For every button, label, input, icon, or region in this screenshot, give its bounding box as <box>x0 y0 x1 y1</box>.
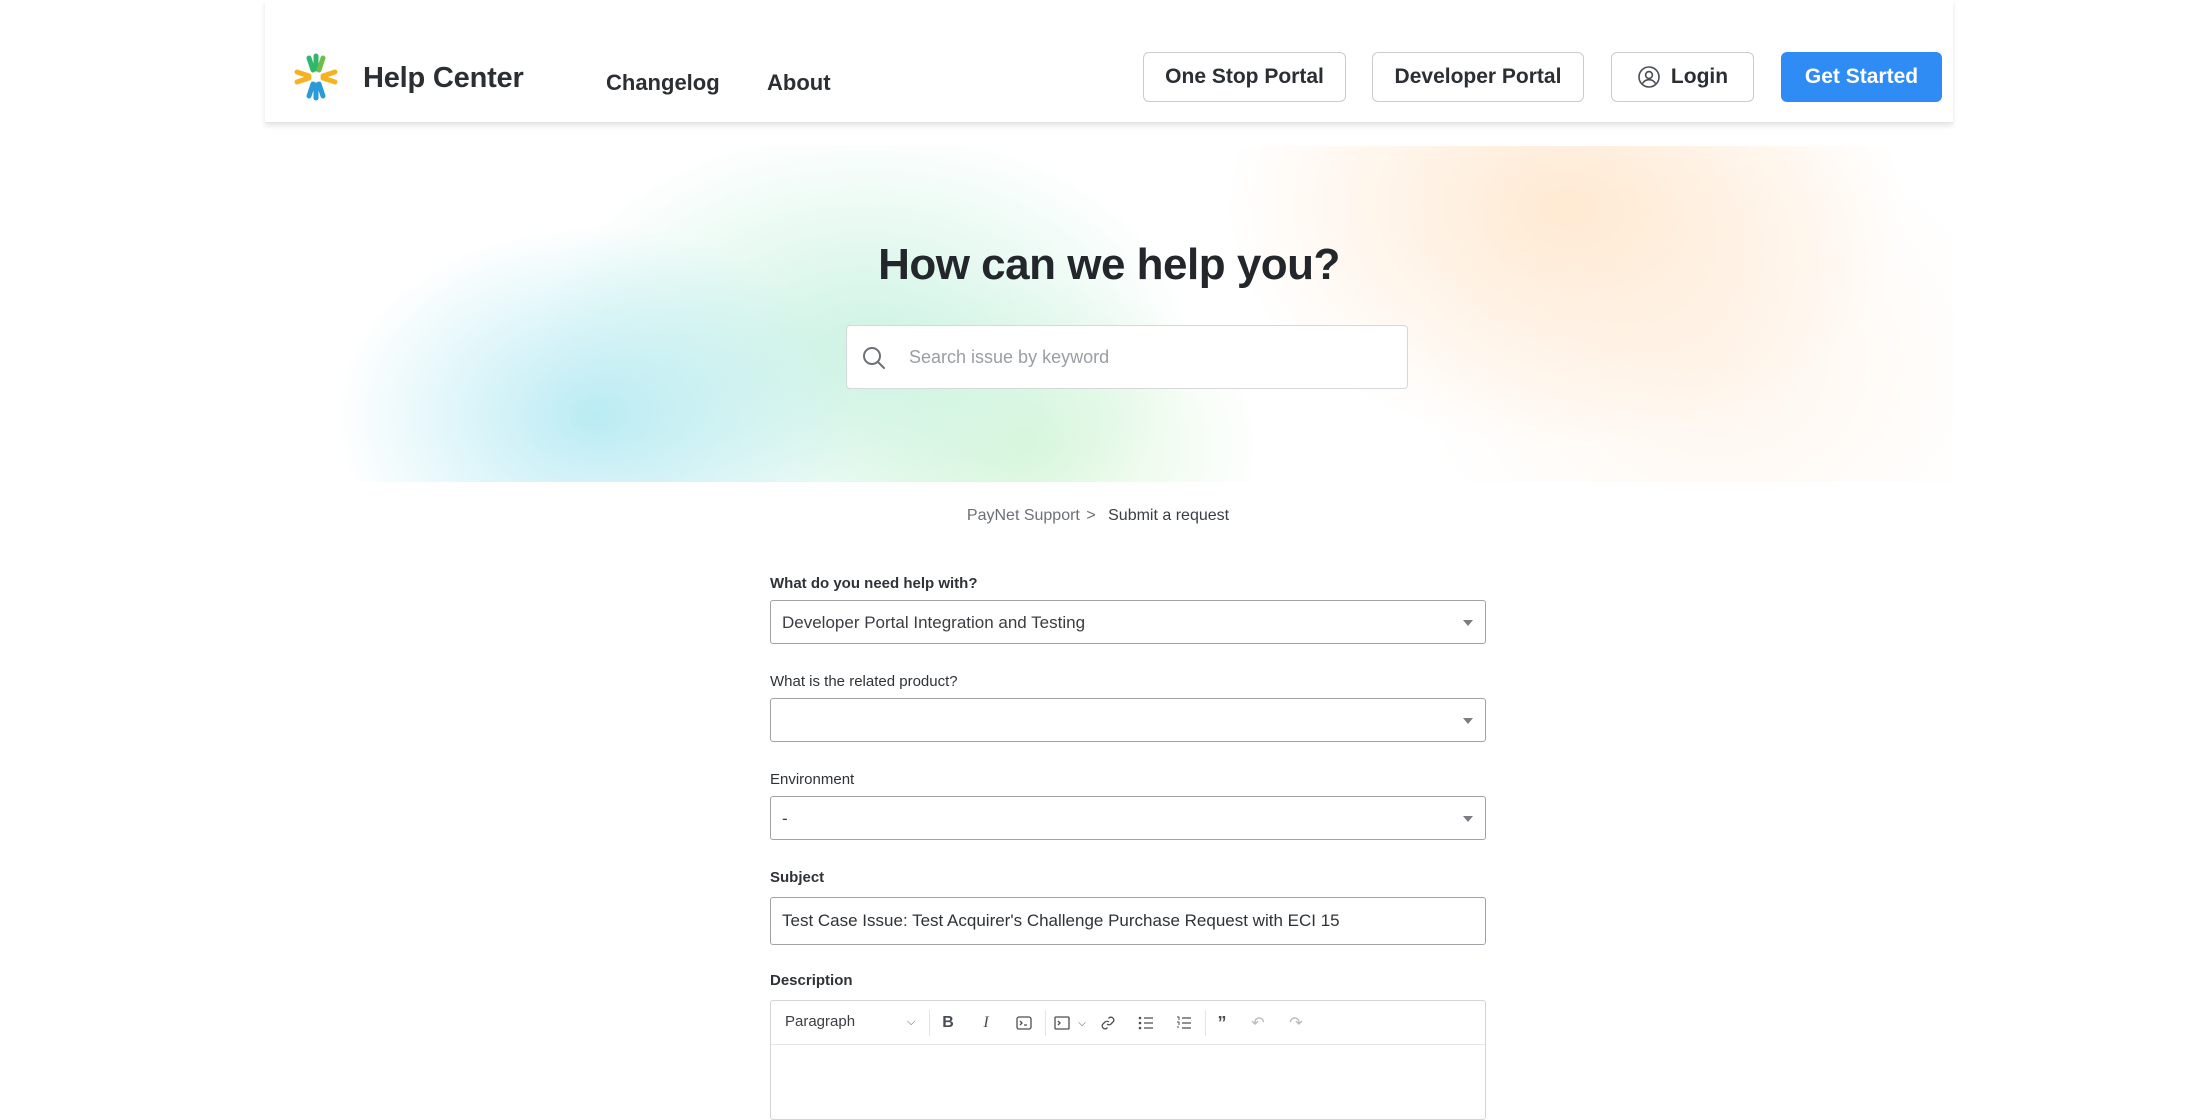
breadcrumb: PayNet Support > Submit a request <box>0 507 2196 525</box>
undo-icon[interactable]: ↶ <box>1247 1012 1269 1034</box>
redo-icon[interactable]: ↷ <box>1285 1012 1307 1034</box>
developer-portal-label: Developer Portal <box>1394 65 1562 88</box>
login-label: Login <box>1670 65 1729 88</box>
chevron-down-icon <box>1463 816 1473 822</box>
developer-portal-button[interactable]: Developer Portal <box>1372 52 1584 102</box>
block-format-dropdown[interactable]: Paragraph <box>785 1013 855 1030</box>
site-header: Help Center Changelog About One Stop Por… <box>265 0 1953 123</box>
environment-value: - <box>782 809 788 828</box>
bold-icon[interactable]: B <box>937 1012 959 1034</box>
get-started-button[interactable]: Get Started <box>1781 52 1942 102</box>
italic-icon[interactable]: I <box>975 1012 997 1034</box>
one-stop-portal-button[interactable]: One Stop Portal <box>1143 52 1346 102</box>
editor-toolbar: Paragraph ⌵ B I ⌵ ” ↶ ↷ <box>771 1001 1485 1045</box>
toolbar-divider <box>1205 1010 1206 1036</box>
search-icon <box>863 347 885 369</box>
chevron-down-icon[interactable]: ⌵ <box>1071 1012 1093 1034</box>
search-input[interactable] <box>909 326 1389 388</box>
environment-label: Environment <box>770 771 855 788</box>
get-started-label: Get Started <box>1804 65 1919 88</box>
toolbar-divider <box>929 1010 930 1036</box>
breadcrumb-separator: > <box>1086 507 1096 524</box>
hero-banner: How can we help you? <box>265 146 1953 482</box>
code-block-icon[interactable] <box>1051 1012 1073 1034</box>
chevron-down-icon <box>1463 620 1473 626</box>
description-editor[interactable]: Paragraph ⌵ B I ⌵ ” ↶ ↷ <box>770 1000 1486 1120</box>
one-stop-portal-label: One Stop Portal <box>1165 65 1324 88</box>
toolbar-divider <box>1045 1010 1046 1036</box>
chevron-down-icon <box>1463 718 1473 724</box>
chevron-down-icon: ⌵ <box>907 1016 916 1028</box>
link-icon[interactable] <box>1097 1012 1119 1034</box>
breadcrumb-paynet-support[interactable]: PayNet Support <box>967 507 1080 524</box>
bulleted-list-icon[interactable] <box>1135 1012 1157 1034</box>
nav-changelog[interactable]: Changelog <box>606 70 720 96</box>
nav-about[interactable]: About <box>767 70 831 96</box>
description-label: Description <box>770 972 853 989</box>
user-circle-icon <box>1638 66 1660 88</box>
search-box[interactable] <box>846 325 1408 389</box>
related-product-label: What is the related product? <box>770 673 958 690</box>
help-with-label: What do you need help with? <box>770 575 978 592</box>
hero-title: How can we help you? <box>878 240 1340 289</box>
help-with-select[interactable]: Developer Portal Integration and Testing <box>770 600 1486 644</box>
quote-icon[interactable]: ” <box>1211 1012 1233 1034</box>
login-button[interactable]: Login <box>1611 52 1754 102</box>
environment-select[interactable]: - <box>770 796 1486 840</box>
subject-input[interactable] <box>770 897 1486 945</box>
related-product-select[interactable] <box>770 698 1486 742</box>
help-with-value: Developer Portal Integration and Testing <box>782 613 1086 632</box>
code-icon[interactable] <box>1013 1012 1035 1034</box>
numbered-list-icon[interactable] <box>1173 1012 1195 1034</box>
subject-label: Subject <box>770 869 825 886</box>
brand-title[interactable]: Help Center <box>363 62 524 95</box>
logo-icon[interactable] <box>291 52 341 102</box>
breadcrumb-current: Submit a request <box>1108 507 1230 524</box>
